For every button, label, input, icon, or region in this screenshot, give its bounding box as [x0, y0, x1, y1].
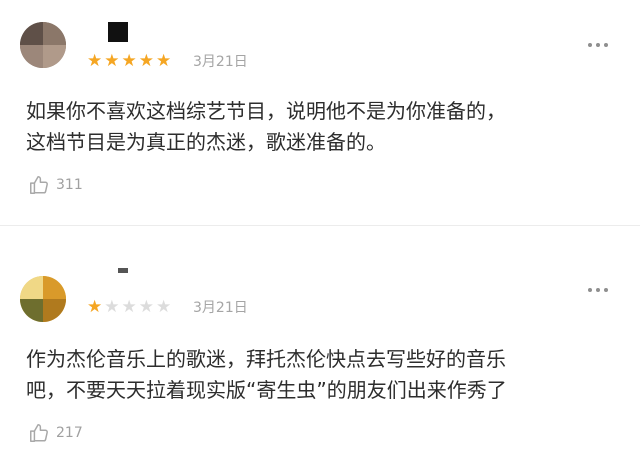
like-count: 311 — [56, 177, 83, 193]
avatar[interactable] — [20, 276, 66, 322]
review-content: 作为杰伦音乐上的歌迷，拜托杰伦快点去写些好的音乐 吧，不要天天拉着现实版“寄生虫… — [26, 344, 626, 406]
like-button[interactable]: 311 — [28, 174, 83, 196]
more-dots-icon — [588, 43, 592, 47]
star-icon: ★ — [156, 51, 172, 71]
star-icon: ★ — [104, 297, 120, 317]
review-content-line: 这档节目是为真正的杰迷，歌迷准备的。 — [26, 130, 386, 154]
review-content-line: 如果你不喜欢这档综艺节目，说明他不是为你准备的， — [26, 99, 506, 123]
star-icon: ★ — [121, 51, 137, 71]
avatar[interactable] — [20, 22, 66, 68]
review-date: 3月21日 — [193, 54, 248, 70]
like-button[interactable]: 217 — [28, 422, 83, 444]
star-icon: ★ — [87, 51, 103, 71]
star-icon: ★ — [138, 297, 154, 317]
like-count: 217 — [56, 425, 83, 441]
review-content-line: 吧，不要天天拉着现实版“寄生虫”的朋友们出来作秀了 — [26, 378, 507, 402]
review-item: ★ ★ ★ ★ ★ 3月21日 作为杰伦音乐上的歌迷，拜托杰伦快点去写些好的音乐… — [0, 226, 640, 469]
username-redacted — [118, 268, 128, 273]
review-content: 如果你不喜欢这档综艺节目，说明他不是为你准备的， 这档节目是为真正的杰迷，歌迷准… — [26, 96, 626, 158]
thumbs-up-icon — [28, 422, 50, 444]
more-options-button[interactable] — [588, 43, 608, 47]
username-redacted — [108, 22, 128, 42]
star-icon: ★ — [104, 51, 120, 71]
star-rating: ★ ★ ★ ★ ★ — [87, 298, 171, 316]
review-date: 3月21日 — [193, 300, 248, 316]
star-icon: ★ — [138, 51, 154, 71]
star-rating: ★ ★ ★ ★ ★ — [87, 52, 171, 70]
review-content-line: 作为杰伦音乐上的歌迷，拜托杰伦快点去写些好的音乐 — [26, 347, 506, 371]
more-options-button[interactable] — [588, 288, 608, 292]
star-icon: ★ — [156, 297, 172, 317]
thumbs-up-icon — [28, 174, 50, 196]
star-icon: ★ — [121, 297, 137, 317]
star-icon: ★ — [87, 297, 103, 317]
review-item: ★ ★ ★ ★ ★ 3月21日 如果你不喜欢这档综艺节目，说明他不是为你准备的，… — [0, 0, 640, 225]
more-dots-icon — [588, 288, 592, 292]
